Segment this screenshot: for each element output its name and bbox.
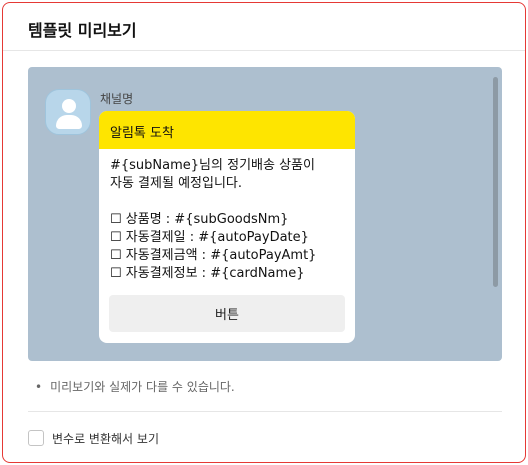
channel-name: 채널명 — [100, 92, 134, 106]
note-bullet: • — [35, 380, 43, 394]
body-line: #{subName}님의 정기배송 상품이 — [110, 158, 315, 173]
panel-header: 템플릿 미리보기 — [3, 3, 525, 51]
convert-variables-checkbox[interactable] — [28, 430, 44, 446]
message-button[interactable]: 버튼 — [109, 295, 345, 332]
body-line: ☐ 자동결제정보 : #{cardName} — [110, 266, 305, 281]
scrollbar-thumb[interactable] — [493, 77, 498, 287]
convert-variables-option[interactable]: 변수로 변환해서 보기 — [28, 429, 159, 447]
body-line: ☐ 자동결제금액 : #{autoPayAmt} — [110, 248, 317, 263]
message-bubble: 알림톡 도착 #{subName}님의 정기배송 상품이 자동 결제될 예정입니… — [99, 111, 355, 343]
panel-title: 템플릿 미리보기 — [28, 21, 137, 40]
body-line: 자동 결제될 예정입니다. — [110, 176, 242, 191]
template-preview-panel: 템플릿 미리보기 채널명 알림톡 도착 #{subName}님의 정기배송 상품… — [2, 2, 526, 463]
body-blank-line — [110, 193, 344, 211]
bubble-body: #{subName}님의 정기배송 상품이 자동 결제될 예정입니다. ☐ 상품… — [99, 149, 355, 283]
avatar-body — [56, 115, 82, 129]
preview-note: • 미리보기와 실제가 다를 수 있습니다. — [35, 378, 235, 395]
bubble-header: 알림톡 도착 — [99, 111, 355, 149]
body-line: ☐ 자동결제일 : #{autoPayDate} — [110, 230, 309, 245]
divider — [28, 411, 502, 412]
message-preview-area: 채널명 알림톡 도착 #{subName}님의 정기배송 상품이 자동 결제될 … — [28, 67, 502, 361]
user-avatar-icon — [45, 89, 91, 135]
convert-variables-label[interactable]: 변수로 변환해서 보기 — [52, 430, 159, 447]
preview-scrollbar[interactable] — [493, 77, 498, 351]
body-line: ☐ 상품명 : #{subGoodsNm} — [110, 212, 289, 227]
note-text: 미리보기와 실제가 다를 수 있습니다. — [50, 380, 235, 394]
avatar-head — [62, 99, 76, 113]
